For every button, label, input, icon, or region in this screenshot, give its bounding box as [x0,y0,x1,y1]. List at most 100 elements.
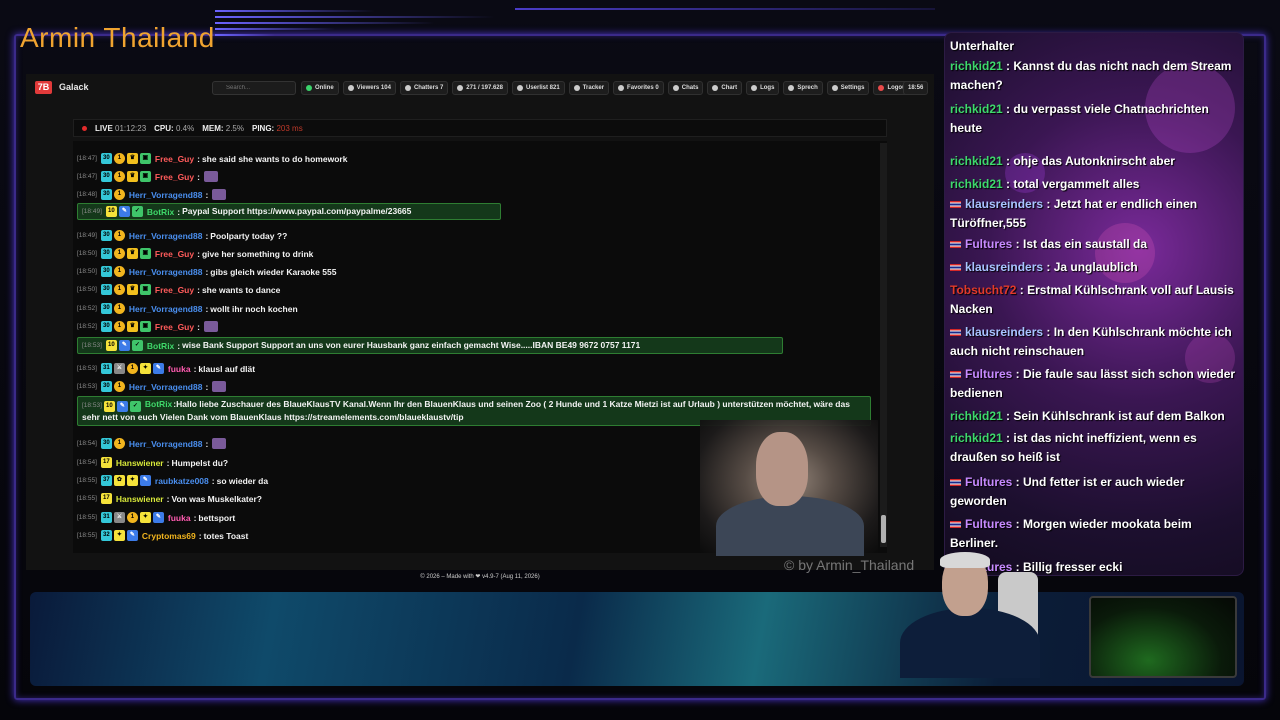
ping-label: PING: [251,123,275,133]
user-badge-icon: 10 [103,401,115,412]
user-badge-icon: 1 [113,266,125,277]
overlay-message: Ist das ein saustall da [1023,237,1148,251]
user-badge-icon: 30 [100,248,112,259]
chat-username[interactable]: Free_Guy [155,285,194,295]
clock: 18:56 [903,81,929,95]
chat-username[interactable]: BotRix [147,207,174,217]
chat-username[interactable]: Herr_Vorragend88 [129,439,203,449]
timestamp: [18:55] [77,477,97,484]
user-badge-icon: ✎ [152,512,164,523]
timestamp: [18:48] [77,191,97,198]
chat-message-text: Paypal Support https://www.paypal.com/pa… [182,206,412,216]
thai-flag-icon [950,521,961,529]
mini-preview-box [1089,596,1237,678]
nav-button-2[interactable]: Chatters 7 [399,81,449,95]
chat-username[interactable]: Herr_Vorragend88 [129,267,203,277]
chat-scrollbar[interactable] [880,143,887,547]
thai-flag-icon [950,479,961,487]
separator: : [1016,283,1028,297]
user-badge-icon: 31 [100,363,112,374]
user-badge-icon: 30 [100,284,112,295]
overlay-chat-line: richkid21 : ohje das Autonknirscht aber [950,152,1238,171]
chat-username[interactable]: BotRix [145,399,172,409]
user-badge-icon: ✦ [139,512,151,523]
chat-username[interactable]: Free_Guy [155,172,194,182]
chat-username[interactable]: Herr_Vorragend88 [129,231,203,241]
nav-label: Chatters 7 [413,85,444,91]
nav-button-1[interactable]: Viewers 104 [342,81,396,95]
status-bar: LIVE 01:12:23 CPU: 0.4% MEM: 2.5% PING: … [73,119,887,137]
chat-username[interactable]: Free_Guy [155,249,194,259]
nav-button-5[interactable]: Tracker [568,81,610,95]
app-header: 7B Galack Online Viewers 104 Chatters 7 271… [26,74,934,102]
chat-username[interactable]: fuuka [168,513,191,523]
overlay-chat-line: Fultures : Und fetter ist er auch wieder… [950,473,1238,511]
nav-button-8[interactable]: Chart [707,81,743,95]
nav-icon [306,85,312,91]
nav-button-4[interactable]: Userlist 821 [511,81,565,95]
nav-label: Favorites 0 [627,85,659,91]
overlay-chat-line: klausreinders : In den Kühlschrank möcht… [950,323,1238,361]
nav-icon [672,85,679,91]
chat-username[interactable]: Hanswiener [116,458,164,468]
user-badge-icon: ♛ [126,171,138,182]
chat-username[interactable]: Hanswiener [116,494,164,504]
search-input[interactable] [212,81,296,95]
user-badge-icon: ▣ [139,321,151,332]
person-body [900,608,1040,678]
separator: : [1043,260,1054,274]
nav-button-6[interactable]: Favorites 0 [613,81,664,95]
user-badge-icon: ✎ [116,401,128,412]
chat-message-text: she said she wants to do homework [201,153,348,164]
overlay-chat-line: Tobsucht72 : Erstmal Kühlschrank voll au… [950,281,1238,319]
nav-icon [788,85,795,91]
nav-bar: Online Viewers 104 Chatters 7 271 / 197.628… [301,81,913,95]
timestamp: [18:49] [77,232,97,239]
timestamp: [18:47] [77,155,97,162]
chat-message-row: [18:54] 30 1 Herr_Vorragend88: [77,438,227,449]
user-badge-icon: 30 [100,171,112,182]
overlay-username: Tobsucht72 [950,283,1017,297]
nav-button-3[interactable]: 271 / 197.628 [452,81,508,95]
user-badge-icon: 30 [100,321,112,332]
chat-username[interactable]: raubkatze008 [155,476,209,486]
streamer-head [756,432,808,506]
separator: : [166,457,170,468]
chat-message-text: gibs gleich wieder Karaoke 555 [210,266,337,277]
nav-label: Tracker [582,85,605,91]
overlay-chat-line: richkid21 : Kannst du das nicht nach dem… [950,57,1238,95]
chat-username[interactable]: Herr_Vorragend88 [129,382,203,392]
separator: : [205,381,209,392]
chat-username[interactable]: Herr_Vorragend88 [129,304,203,314]
chat-username[interactable]: Free_Guy [155,322,194,332]
chat-message-row: [18:55] 32 ✦ ✎ Cryptomas69: totes Toast [77,530,248,541]
user-badge-icon: 1 [113,230,125,241]
nav-button-11[interactable]: Settings [826,81,870,95]
chat-username[interactable]: BotRix [147,341,174,351]
separator: : [193,363,197,374]
separator: : [205,230,209,241]
nav-button-10[interactable]: Sprech [783,81,823,95]
overlay-message: Sein Kühlschrank ist auf dem Balkon [1013,409,1225,423]
nav-button-0[interactable]: Online [301,81,339,95]
emote-icon [212,189,227,200]
emote-icon [212,381,227,392]
separator: : [1002,154,1014,168]
chat-message-row: [18:53] 31 ⚔ 1 ✦ ✎ fuuka: klausl auf dlät [77,363,255,374]
chat-username[interactable]: Herr_Vorragend88 [129,190,203,200]
overlay-message: total vergammelt alles [1013,177,1140,191]
bottom-panel [30,592,1244,686]
nav-button-9[interactable]: Logs [746,81,780,95]
nav-label: Online [315,85,334,91]
user-badge-icon: 1 [126,363,138,374]
nav-button-7[interactable]: Chats [667,81,704,95]
nav-icon [751,85,758,91]
chat-scrollbar-thumb[interactable] [881,515,886,543]
chat-username[interactable]: Cryptomas69 [142,531,196,541]
overlay-chat-line: Fultures : Ist das ein saustall da [950,235,1238,254]
user-badge-icon: 1 [113,321,125,332]
chat-username[interactable]: fuuka [168,364,191,374]
timestamp: [18:50] [77,286,97,293]
chat-username[interactable]: Free_Guy [155,154,194,164]
overlay-username: klausreinders [965,325,1044,339]
